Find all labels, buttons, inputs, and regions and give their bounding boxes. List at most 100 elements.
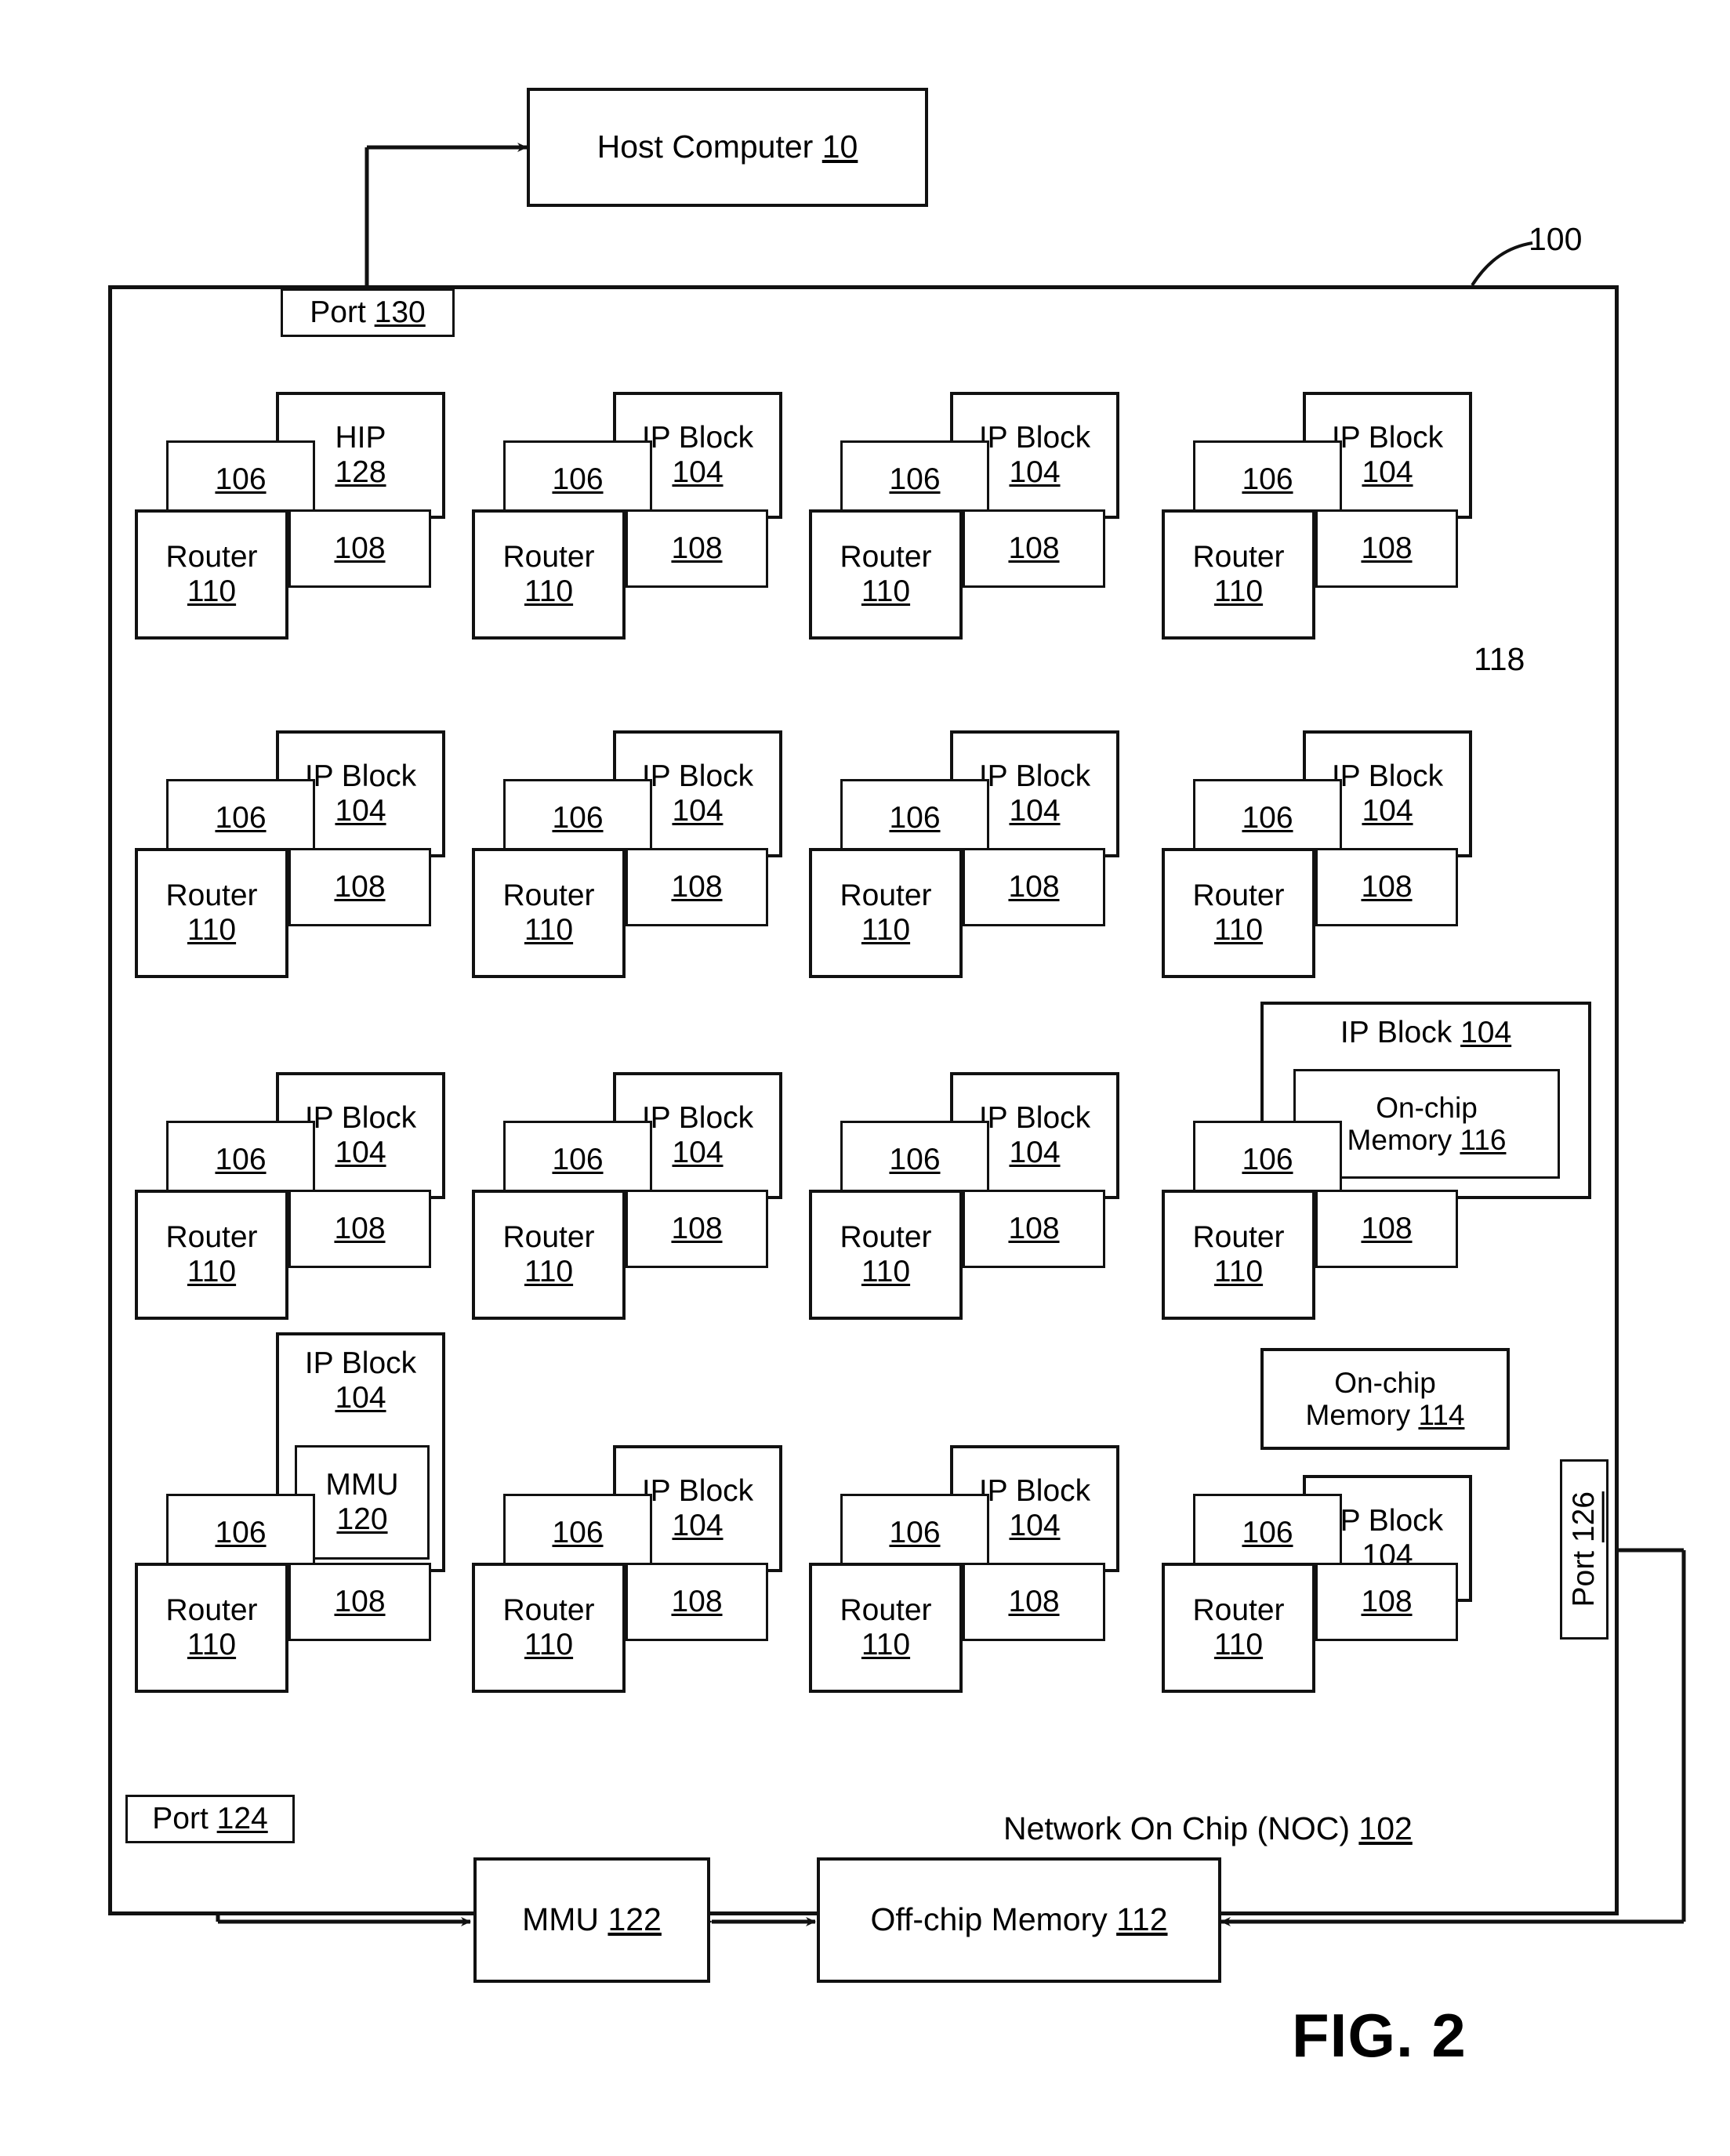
ip-block-label: IP Block <box>978 759 1091 794</box>
cell-r4c3-108-box: 108 <box>963 1563 1105 1641</box>
router-ref: 110 <box>1213 574 1264 608</box>
ref-108: 108 <box>334 531 386 566</box>
host-computer-ref: 10 <box>821 129 858 165</box>
cell-r4c1-108-box: 108 <box>288 1563 431 1641</box>
on-chip-memory-116-ref: 116 <box>1460 1124 1507 1156</box>
port-126-box[interactable]: Port 126 <box>1560 1459 1609 1640</box>
router-ref: 110 <box>524 1628 574 1661</box>
cell-r4c3-106-box: 106 <box>840 1494 989 1572</box>
ip-block-ref: 104 <box>1362 455 1413 489</box>
cell-r1c4-106-box: 106 <box>1193 440 1342 519</box>
router-ref: 110 <box>524 1255 574 1288</box>
cell-r3c4-router-box: Router 110 <box>1162 1190 1315 1320</box>
ref-106: 106 <box>1242 801 1293 835</box>
ref-108: 108 <box>671 1585 723 1619</box>
ref-106: 106 <box>889 462 941 497</box>
mmu-122-box: MMU 122 <box>473 1857 710 1983</box>
ref-106: 106 <box>552 462 604 497</box>
cell-r2c2-106-box: 106 <box>503 779 652 857</box>
noc-ref: 102 <box>1358 1810 1413 1846</box>
router-label: Router <box>165 1220 258 1255</box>
noc-title: Network On Chip (NOC) 102 <box>1003 1810 1413 1846</box>
router-ref: 110 <box>187 913 237 947</box>
router-ref: 110 <box>187 574 237 608</box>
cell-r1c1-108-box: 108 <box>288 509 431 588</box>
cell-r3c2-router-box: Router 110 <box>472 1190 626 1320</box>
host-computer-label: Host Computer 10 <box>597 129 858 165</box>
port-130-ref: 130 <box>374 295 426 330</box>
ref-106: 106 <box>1242 1516 1293 1550</box>
ref-106: 106 <box>215 1143 267 1177</box>
mmu-122-ref: 122 <box>607 1901 662 1938</box>
cell-r2c3-router-box: Router 110 <box>809 848 963 978</box>
ip-block-ref: 104 <box>1009 1509 1061 1542</box>
ip-block-ref: 104 <box>672 455 724 489</box>
ref-106: 106 <box>215 801 267 835</box>
off-chip-memory-112-ref: 112 <box>1116 1901 1168 1938</box>
ref-108: 108 <box>334 870 386 904</box>
ip-block-label: IP Block <box>304 1101 417 1136</box>
cell-r4c3-router-box: Router 110 <box>809 1563 963 1693</box>
on-chip-memory-114-box: On-chip Memory 114 <box>1260 1348 1510 1450</box>
router-label: Router <box>165 1593 258 1628</box>
ip-block-label: IP Block 104 <box>1340 1016 1512 1049</box>
router-label: Router <box>502 1220 595 1255</box>
mmu-120-label: MMU <box>325 1468 399 1502</box>
ip-block-ref: 104 <box>335 794 386 828</box>
cell-r3c2-108-box: 108 <box>626 1190 768 1268</box>
on-chip-memory-116-line2: Memory 116 <box>1347 1124 1507 1156</box>
ip-block-label: IP Block <box>641 1101 754 1136</box>
ip-block-ref: 104 <box>1009 794 1061 828</box>
ip-block-label: IP Block <box>1331 1504 1444 1538</box>
cell-r3c4-106-box: 106 <box>1193 1121 1342 1199</box>
cell-r3c3-router-box: Router 110 <box>809 1190 963 1320</box>
cell-r4c4-108-box: 108 <box>1315 1563 1458 1641</box>
ip-block-ref: 104 <box>335 1136 386 1169</box>
ip-block-ref: 104 <box>1009 455 1061 489</box>
ref-108: 108 <box>1361 531 1413 566</box>
off-chip-memory-112-box: Off-chip Memory 112 <box>817 1857 1221 1983</box>
cell-r4c1-106-box: 106 <box>166 1494 315 1572</box>
ref-106: 106 <box>215 462 267 497</box>
ip-block-label: IP Block <box>1331 421 1444 455</box>
cell-r4c2-router-box: Router 110 <box>472 1563 626 1693</box>
cell-r2c1-106-box: 106 <box>166 779 315 857</box>
ip-block-label: IP Block <box>978 421 1091 455</box>
cell-r4c4-router-box: Router 110 <box>1162 1563 1315 1693</box>
router-ref: 110 <box>861 1628 911 1661</box>
port-124-box[interactable]: Port 124 <box>125 1795 295 1843</box>
ip-block-ref: 104 <box>1460 1016 1512 1049</box>
router-label: Router <box>840 1220 932 1255</box>
router-label: Router <box>840 1593 932 1628</box>
ip-block-label: IP Block <box>978 1474 1091 1509</box>
router-label: Router <box>840 879 932 913</box>
router-ref: 110 <box>861 1255 911 1288</box>
ref-108: 108 <box>1008 531 1060 566</box>
router-ref: 110 <box>1213 1628 1264 1661</box>
ip-block-ref: 104 <box>672 1136 724 1169</box>
ref-106: 106 <box>889 1143 941 1177</box>
cell-r1c4-108-box: 108 <box>1315 509 1458 588</box>
router-label: Router <box>502 540 595 574</box>
ref-108: 108 <box>1361 1585 1413 1619</box>
ref-106: 106 <box>552 1143 604 1177</box>
ref-106: 106 <box>552 1516 604 1550</box>
cell-r3c3-108-box: 108 <box>963 1190 1105 1268</box>
cell-r4c1-router-box: Router 110 <box>135 1563 288 1693</box>
ip-block-label: IP Block <box>304 1346 417 1380</box>
cell-r3c1-router-box: Router 110 <box>135 1190 288 1320</box>
port-130-box[interactable]: Port 130 <box>281 288 455 337</box>
cell-r3c1-108-box: 108 <box>288 1190 431 1268</box>
cell-r1c3-108-box: 108 <box>963 509 1105 588</box>
ip-block-label: IP Block <box>304 759 417 794</box>
cell-r2c3-106-box: 106 <box>840 779 989 857</box>
port-124-label: Port 124 <box>152 1802 268 1836</box>
ip-block-ref: 104 <box>672 794 724 828</box>
ref-108: 108 <box>671 1212 723 1246</box>
patent-figure-page: Host Computer 10 100 Network On Chip (NO… <box>0 0 1730 2156</box>
ip-block-label: IP Block <box>978 1101 1091 1136</box>
cell-r3c3-106-box: 106 <box>840 1121 989 1199</box>
ip-block-ref: 104 <box>672 1509 724 1542</box>
router-ref: 110 <box>1213 1255 1264 1288</box>
on-chip-memory-114-ref: 114 <box>1418 1399 1465 1431</box>
